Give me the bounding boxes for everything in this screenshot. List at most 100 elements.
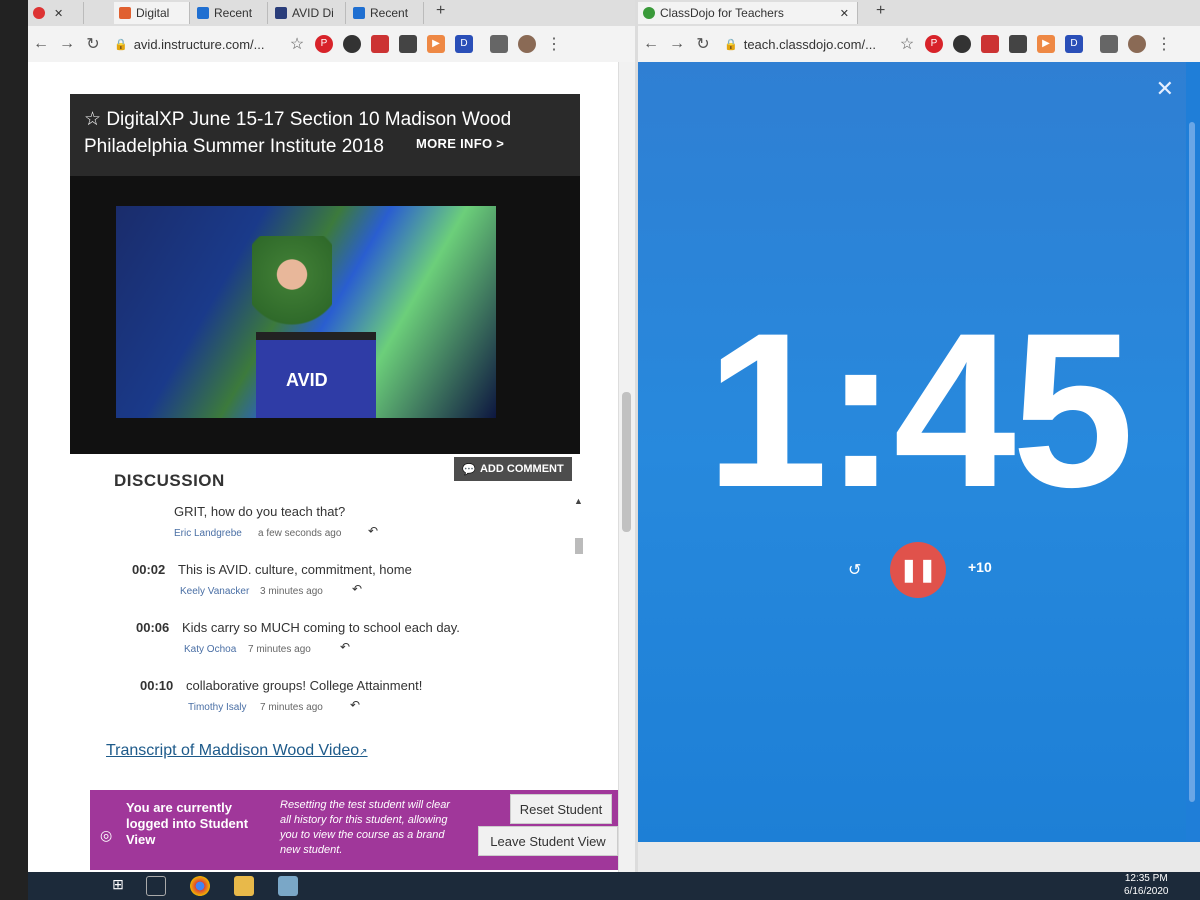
extension-icon[interactable] [371,35,389,53]
back-icon[interactable]: ← [28,35,54,53]
student-view-note: Resetting the test student will clear al… [280,799,450,856]
comment-list: GRIT, how do you teach that? Eric Landgr… [114,496,584,726]
windows-start-icon[interactable]: ⊞ [108,876,128,896]
avatar[interactable] [518,35,536,53]
extension-icon[interactable] [1009,35,1027,53]
scroll-thumb[interactable] [622,392,631,532]
extension-icon[interactable] [343,35,361,53]
left-toolbar: ← → ↻ 🔒 avid.instructure.com/... ☆ P ▶ D… [28,26,635,63]
comment-ago: a few seconds ago [258,528,342,539]
tab-digital[interactable]: Digital [114,2,190,24]
lock-icon: 🔒 [114,38,128,51]
avid-logo: AVID [286,370,328,390]
scroll-thumb[interactable] [1189,122,1195,802]
comment-time[interactable]: 00:10 [140,678,173,693]
extension-icon[interactable] [399,35,417,53]
reply-icon[interactable]: ↶ [352,582,362,596]
extension-icon[interactable]: ▶ [1037,35,1055,53]
scroll-thumb[interactable] [575,538,583,554]
close-icon[interactable]: ✕ [840,7,849,20]
student-view-bar: ◎ You are currently logged into Student … [90,790,626,870]
avatar[interactable] [1128,35,1146,53]
extension-icon[interactable] [981,35,999,53]
transcript-link[interactable]: Transcript of Maddison Wood Video↗ [106,742,368,760]
add-ten-button[interactable]: +10 [968,559,992,575]
system-clock[interactable]: 12:35 PM 6/16/2020 [1124,872,1169,898]
tab-label: Recent [214,6,253,20]
right-scrollbar[interactable] [1186,62,1200,842]
comment-ago: 7 minutes ago [248,644,311,655]
menu-icon[interactable]: ⋮ [541,34,567,54]
scroll-up-icon[interactable]: ▲ [574,496,584,506]
video-player[interactable]: AVID [116,206,496,418]
student-view-message: You are currently logged into Student Vi… [126,800,249,847]
back-icon[interactable]: ← [638,35,664,53]
comment-time[interactable]: 00:06 [136,620,169,635]
pinterest-icon[interactable]: P [925,35,943,53]
classdojo-icon [643,7,655,19]
pause-icon: ❚❚ [899,557,937,582]
left-tab-strip: ✕ Digital Recent AVID Di Recent + [28,0,635,26]
more-info-link[interactable]: MORE INFO > [416,136,504,151]
reply-icon[interactable]: ↶ [368,524,378,538]
avid-icon [275,7,287,19]
comment-icon: 💬 [462,463,476,476]
pinterest-icon[interactable]: P [315,35,333,53]
address-bar[interactable]: 🔒 avid.instructure.com/... [106,31,284,57]
tab-classdojo[interactable]: ClassDojo for Teachers ✕ [638,2,858,24]
reading-list-icon[interactable] [1100,35,1118,53]
star-icon[interactable]: ☆ [84,109,106,130]
pinned-tabs[interactable]: ✕ [28,2,84,24]
pause-button[interactable]: ❚❚ [890,542,946,598]
reply-icon[interactable]: ↶ [350,698,360,712]
reset-student-button[interactable]: Reset Student [510,794,612,824]
leave-student-view-button[interactable]: Leave Student View [478,826,618,856]
url-text: avid.instructure.com/... [133,36,265,52]
external-link-icon: ↗ [359,747,368,758]
file-explorer-icon[interactable] [234,876,254,896]
left-scrollbar[interactable] [618,62,635,872]
bookmark-star-icon[interactable]: ☆ [284,34,310,54]
comment-author[interactable]: Eric Landgrebe [174,528,242,539]
task-view-icon[interactable] [146,876,166,896]
address-bar[interactable]: 🔒 teach.classdojo.com/... [716,31,894,57]
comment-author[interactable]: Katy Ochoa [184,644,236,655]
extension-icon[interactable]: ▶ [427,35,445,53]
close-icon[interactable]: ✕ [54,7,63,20]
comment-scrollbar[interactable]: ▲ [574,496,584,726]
drive-icon [353,7,365,19]
close-icon[interactable]: ✕ [1156,76,1174,102]
reading-list-icon[interactable] [490,35,508,53]
reload-icon[interactable]: ↻ [80,34,106,54]
extension-icon[interactable] [953,35,971,53]
app-icon[interactable] [278,876,298,896]
reload-icon[interactable]: ↻ [690,34,716,54]
comment-text: GRIT, how do you teach that? [174,504,346,519]
comment-time[interactable]: 00:02 [132,562,165,577]
url-text: teach.classdojo.com/... [743,36,876,52]
new-tab-button[interactable]: + [876,2,885,20]
add-comment-button[interactable]: 💬 ADD COMMENT [454,457,572,481]
extension-icon[interactable]: D [1065,35,1083,53]
comment-text: Kids carry so MUCH coming to school each… [182,620,460,635]
video-card: ☆ DigitalXP June 15-17 Section 10 Madiso… [70,94,580,454]
tab-recent-2[interactable]: Recent [348,2,424,24]
tab-label: ClassDojo for Teachers [660,6,784,20]
reply-icon[interactable]: ↶ [340,640,350,654]
menu-icon[interactable]: ⋮ [1151,34,1177,54]
lock-icon: 🔒 [724,38,738,51]
tab-avid[interactable]: AVID Di [270,2,346,24]
bookmark-star-icon[interactable]: ☆ [894,34,920,54]
taskbar: ⊞ 12:35 PM 6/16/2020 [28,872,1200,900]
extension-icon[interactable]: D [455,35,473,53]
reset-timer-icon[interactable]: ↺ [848,560,861,580]
comment-author[interactable]: Keely Vanacker [180,586,249,597]
podium: AVID [256,332,376,418]
comment-author[interactable]: Timothy Isaly [188,702,247,713]
forward-icon[interactable]: → [54,35,80,53]
chrome-icon[interactable] [190,876,210,896]
new-tab-button[interactable]: + [436,2,445,20]
tab-recent[interactable]: Recent [192,2,268,24]
forward-icon[interactable]: → [664,35,690,53]
right-tab-strip: ClassDojo for Teachers ✕ + [638,0,1200,26]
